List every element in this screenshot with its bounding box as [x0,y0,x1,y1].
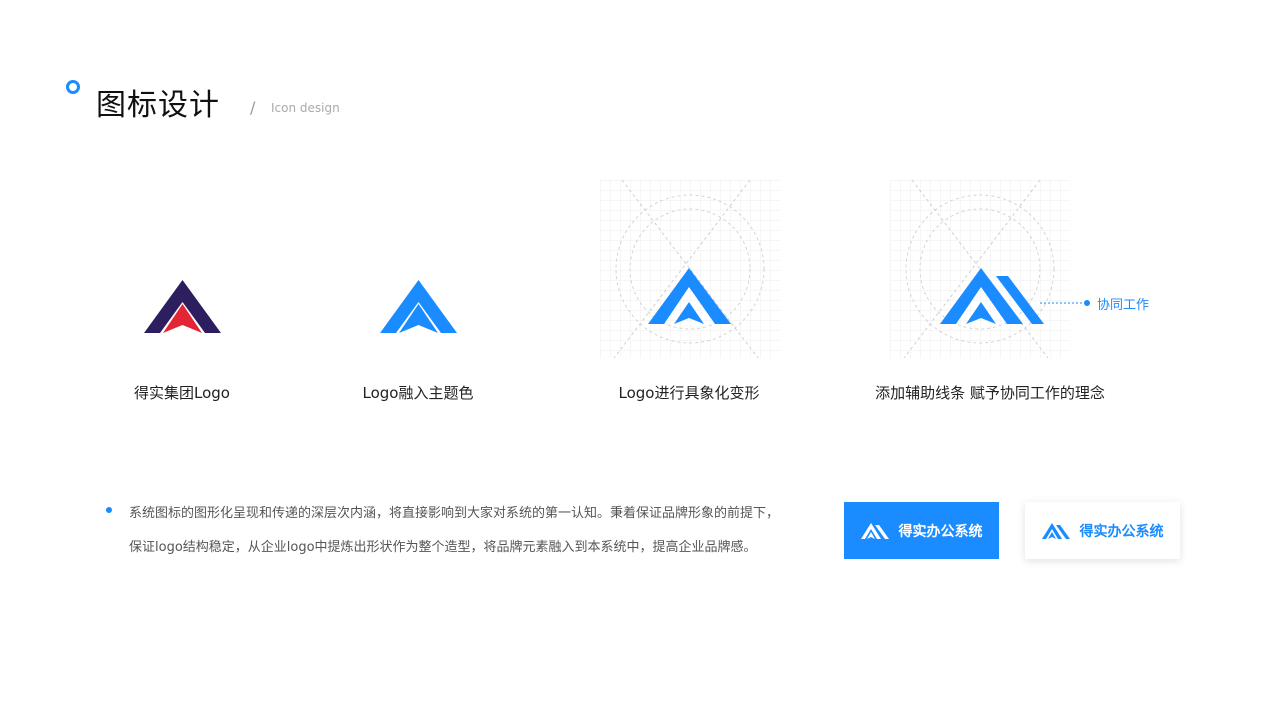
title-separator: / [250,98,256,117]
step-caption-grid: Logo进行具象化变形 [618,384,760,402]
badge-secondary-label: 得实办公系统 [1079,523,1164,540]
page-title: 图标设计 [96,88,220,123]
description-line-2: 保证logo结构稳定，从企业logo中提炼出形状作为整个造型，将品牌元素融入到本… [129,540,757,555]
theme-color-logo-icon [380,280,457,337]
original-logo-icon [144,280,221,337]
page-subtitle: Icon design [271,101,340,115]
grid-logo-icon [600,179,780,362]
badge-secondary: 得实办公系统 [1025,502,1180,559]
step-caption-theme: Logo融入主题色 [362,384,474,402]
grid-logo-with-lines-icon [890,179,1090,362]
badge-primary-label: 得实办公系统 [898,523,983,540]
collaboration-callout: 协同工作 [1097,298,1150,313]
title-dot-icon [66,80,80,94]
badge-primary: 得实办公系统 [844,502,999,559]
bullet-dot-icon [106,507,112,513]
badge-logo-icon [860,522,889,539]
badge-logo-icon [1041,522,1070,539]
description-line-1: 系统图标的图形化呈现和传递的深层次内涵，将直接影响到大家对系统的第一认知。秉着保… [129,506,780,521]
step-caption-lines: 添加辅助线条 赋予协同工作的理念 [875,384,1105,402]
step-caption-original: 得实集团Logo [134,384,230,402]
